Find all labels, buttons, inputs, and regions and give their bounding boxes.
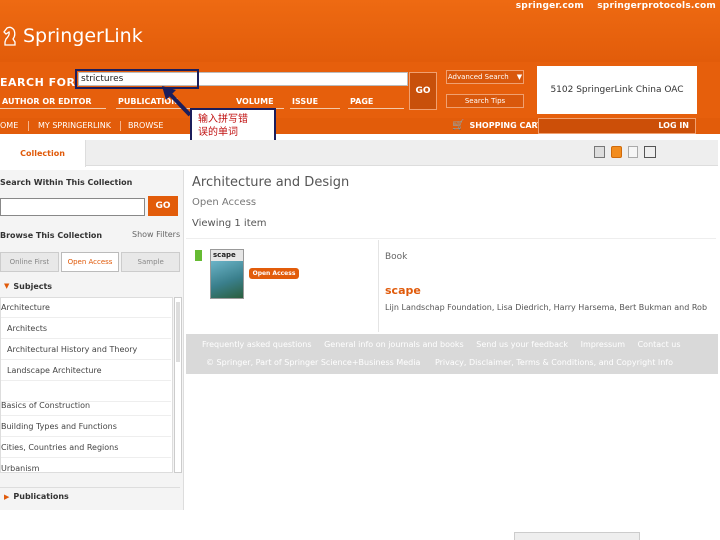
page-input[interactable] <box>348 108 404 109</box>
collapse-arrow-icon: ▶ <box>4 492 10 501</box>
login-button[interactable]: LOG IN <box>538 118 696 134</box>
search-tips-button[interactable]: Search Tips <box>446 94 524 108</box>
filter-online-first[interactable]: Online First <box>0 252 59 272</box>
footer-contact-link[interactable]: Contact us <box>638 340 681 349</box>
footer-copyright: © Springer, Part of Springer Science+Bus… <box>206 358 421 367</box>
page-field-label: PAGE <box>350 97 374 106</box>
subjects-list: Architecture Architects Architectural Hi… <box>0 297 173 473</box>
issue-input[interactable] <box>290 108 340 109</box>
export-icon[interactable] <box>628 146 638 158</box>
expand-arrow-icon: ▼ <box>4 282 10 290</box>
advanced-search-label: Advanced Search <box>447 73 509 81</box>
advanced-search-button[interactable]: Advanced Search ▼ <box>446 70 524 84</box>
scrollbar-thumb[interactable] <box>176 302 180 362</box>
tab-collection[interactable]: Collection <box>0 140 86 167</box>
annotation-line-1: 输入拼写错 <box>198 114 248 125</box>
logo-text: SpringerLink <box>23 25 143 47</box>
footer-impressum-link[interactable]: Impressum <box>581 340 625 349</box>
viewing-count: Viewing 1 item <box>192 218 267 229</box>
cart-icon: 🛒 <box>452 120 465 131</box>
open-access-badge: Open Access <box>249 268 299 279</box>
toolbar-icons <box>594 146 656 158</box>
nav-separator <box>120 121 121 131</box>
nav-home[interactable]: OME <box>0 118 18 134</box>
result-authors: Lijn Landschap Foundation, Lisa Diedrich… <box>385 303 708 312</box>
footer-links: Frequently asked questions General info … <box>202 340 691 349</box>
rss-icon[interactable] <box>611 146 622 158</box>
subjects-heading[interactable]: ▼ Subjects <box>0 278 180 294</box>
author-field-label: AUTHOR OR EDITOR <box>2 97 92 106</box>
subjects-label: Subjects <box>13 281 53 291</box>
browse-heading: Browse This Collection <box>0 231 103 240</box>
nav-my-springerlink[interactable]: MY SPRINGERLINK <box>38 118 111 134</box>
show-filters-link[interactable]: Show Filters <box>132 230 180 239</box>
subject-cities-countries-regions[interactable]: Cities, Countries and Regions <box>1 438 171 458</box>
collection-search-input[interactable] <box>0 198 145 216</box>
annotation-line-2: 误的单词 <box>198 127 238 138</box>
subject-basics-of-construction[interactable]: Basics of Construction <box>1 396 171 416</box>
author-input[interactable] <box>0 108 106 109</box>
open-access-label: Open Access <box>192 197 257 208</box>
footer-legal: © Springer, Part of Springer Science+Bus… <box>206 358 673 367</box>
nav-browse[interactable]: BROWSE <box>128 118 163 134</box>
chess-knight-icon <box>3 26 16 46</box>
nav-separator <box>28 121 29 131</box>
collection-go-button[interactable]: GO <box>148 196 178 216</box>
filter-sample[interactable]: Sample <box>121 252 181 272</box>
footer-legal-link[interactable]: Privacy, Disclaimer, Terms & Conditions,… <box>435 358 673 367</box>
springer-com-link[interactable]: springer.com <box>516 1 584 11</box>
footer-general-info-link[interactable]: General info on journals and books <box>324 340 464 349</box>
taskbar-item[interactable] <box>514 532 640 540</box>
springerprotocols-link[interactable]: springerprotocols.com <box>597 1 716 11</box>
result-divider <box>378 240 379 332</box>
search-go-button[interactable]: GO <box>409 72 437 110</box>
search-for-label: EARCH FOR <box>0 76 76 89</box>
subject-landscape-architecture[interactable]: Landscape Architecture <box>1 361 171 381</box>
subjects-scrollbar[interactable] <box>174 297 182 473</box>
top-links: springer.com springerprotocols.com <box>506 1 716 11</box>
filter-tabs: Online First Open Access Sample <box>0 252 181 272</box>
book-cover[interactable]: scape <box>210 249 244 299</box>
result-type: Book <box>385 252 408 262</box>
subject-architects[interactable]: Architects <box>1 319 171 339</box>
springerlink-logo[interactable]: SpringerLink <box>2 25 143 47</box>
shopping-cart-label: SHOPPING CART <box>469 121 543 130</box>
footer-feedback-link[interactable]: Send us your feedback <box>476 340 568 349</box>
cover-image <box>211 261 243 298</box>
issue-field-label: ISSUE <box>292 97 319 106</box>
dropdown-arrow-icon: ▼ <box>516 73 523 81</box>
publications-heading[interactable]: ▶ Publications <box>0 487 180 505</box>
subject-architectural-history[interactable]: Architectural History and Theory <box>1 340 171 360</box>
subject-urbanism[interactable]: Urbanism <box>1 459 171 472</box>
footer: Frequently asked questions General info … <box>186 334 718 374</box>
filter-open-access[interactable]: Open Access <box>60 252 120 272</box>
publications-label: Publications <box>13 492 69 501</box>
cover-title: scape <box>211 250 243 261</box>
print-icon[interactable] <box>644 146 656 158</box>
subject-architecture[interactable]: Architecture <box>1 298 171 318</box>
search-within-heading: Search Within This Collection <box>0 178 133 187</box>
shopping-cart-link[interactable]: 🛒 SHOPPING CART <box>452 118 543 134</box>
save-icon[interactable] <box>594 146 605 158</box>
result-title-link[interactable]: scape <box>385 284 421 297</box>
collection-title: Architecture and Design <box>192 175 350 190</box>
results-list <box>186 238 716 334</box>
subject-building-types[interactable]: Building Types and Functions <box>1 417 171 437</box>
institution-box: 5102 SpringerLink China OAC <box>537 66 697 114</box>
footer-faq-link[interactable]: Frequently asked questions <box>202 340 312 349</box>
open-access-marker-icon <box>195 250 202 261</box>
